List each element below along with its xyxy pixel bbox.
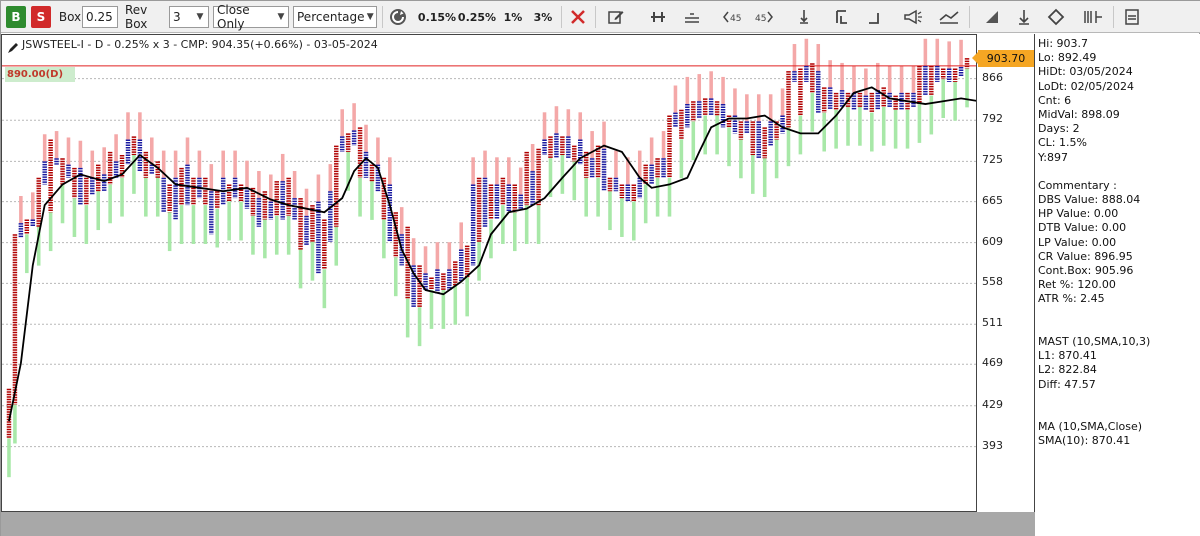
y-tick-label: 558 bbox=[982, 275, 1003, 289]
commentary-ret: Ret %: 120.00 bbox=[1038, 278, 1116, 292]
stat-lo: Lo: 892.49 bbox=[1038, 51, 1097, 65]
refresh-icon[interactable] bbox=[387, 6, 409, 28]
toolbar-divider bbox=[382, 6, 383, 28]
chart-area[interactable]: JSWSTEEL-I - D - 0.25% x 3 - CMP: 904.35… bbox=[1, 34, 977, 512]
y-tick-label: 866 bbox=[982, 70, 1003, 84]
rev-box-select[interactable]: 3 ▼ bbox=[169, 6, 209, 28]
y-tick-label: 792 bbox=[982, 112, 1003, 126]
megaphone-icon[interactable] bbox=[901, 6, 925, 28]
angle-45-right-icon[interactable]: 45 bbox=[753, 6, 775, 28]
angle-45-left-icon[interactable]: 45 bbox=[721, 6, 743, 28]
scale-select[interactable]: Percentage ▼ bbox=[293, 6, 377, 28]
toolbar-divider bbox=[561, 6, 562, 28]
bracket-left-icon[interactable] bbox=[831, 6, 853, 28]
triangle-icon[interactable] bbox=[981, 6, 1003, 28]
y-tick-label: 609 bbox=[982, 234, 1003, 248]
reference-level-label: 890.00(D) bbox=[5, 66, 76, 82]
rev-box-label: Rev Box bbox=[125, 3, 148, 31]
pin-icon[interactable] bbox=[647, 6, 669, 28]
stat-cnt: Cnt: 6 bbox=[1038, 93, 1072, 107]
toolbar-divider bbox=[969, 6, 970, 28]
bracket-right-icon[interactable] bbox=[863, 6, 885, 28]
ma-title: MA (10,SMA,Close) bbox=[1038, 420, 1143, 434]
stat-hi: Hi: 903.7 bbox=[1038, 37, 1089, 50]
horizontal-scrollbar[interactable] bbox=[1, 512, 1035, 536]
mast-title: MAST (10,SMA,10,3) bbox=[1038, 334, 1151, 348]
y-tick-label: 725 bbox=[982, 153, 1003, 167]
preset-1-button[interactable]: 1% bbox=[501, 6, 525, 28]
y-axis[interactable]: 866 792 725 665 609 558 511 469 429 393 bbox=[977, 34, 1035, 512]
diamond-icon[interactable] bbox=[1045, 6, 1067, 28]
side-panel: Hi: 903.7 Lo: 892.49 HiDt: 03/05/2024 Lo… bbox=[1035, 34, 1200, 536]
svg-text:45: 45 bbox=[755, 14, 766, 24]
commentary-contbox: Cont.Box: 905.96 bbox=[1038, 264, 1134, 277]
stat-midval: MidVal: 898.09 bbox=[1038, 107, 1120, 121]
commentary-hp: HP Value: 0.00 bbox=[1038, 207, 1119, 221]
method-value: Close Only bbox=[217, 3, 250, 31]
preset-025-button[interactable]: 0.25% bbox=[458, 6, 496, 28]
commentary-title: Commentary : bbox=[1038, 178, 1117, 192]
commentary-dbs: DBS Value: 888.04 bbox=[1038, 193, 1141, 207]
arrow-down-icon[interactable] bbox=[1013, 6, 1035, 28]
stat-cl: CL: 1.5% bbox=[1038, 136, 1087, 150]
preset-3-button[interactable]: 3% bbox=[531, 6, 555, 28]
box-size-input[interactable]: 0.25 bbox=[82, 6, 118, 28]
chart-title: JSWSTEEL-I - D - 0.25% x 3 - CMP: 904.35… bbox=[22, 38, 378, 51]
stat-hidt: HiDt: 03/05/2024 bbox=[1038, 65, 1133, 79]
chevron-down-icon: ▼ bbox=[366, 12, 374, 22]
mast-l2: L2: 822.84 bbox=[1038, 363, 1097, 377]
chevron-down-icon: ▼ bbox=[196, 12, 204, 22]
commentary-lp: LP Value: 0.00 bbox=[1038, 235, 1117, 249]
y-tick-label: 393 bbox=[982, 438, 1003, 452]
ma-block: MA (10,SMA,Close) SMA(10): 870.41 bbox=[1038, 420, 1200, 448]
stat-lodt: LoDt: 02/05/2024 bbox=[1038, 79, 1135, 93]
trend-icon[interactable] bbox=[937, 6, 961, 28]
svg-text:45: 45 bbox=[730, 14, 741, 24]
horizontal-line-icon[interactable] bbox=[681, 6, 703, 28]
commentary-dtb: DTB Value: 0.00 bbox=[1038, 221, 1127, 235]
y-tick-label: 429 bbox=[982, 397, 1003, 411]
commentary-cr: CR Value: 896.95 bbox=[1038, 249, 1133, 263]
scale-value: Percentage bbox=[297, 10, 365, 24]
stat-y: Y:897 bbox=[1038, 150, 1068, 164]
toolbar-divider bbox=[1113, 6, 1114, 28]
commentary-atr: ATR %: 2.45 bbox=[1038, 292, 1105, 306]
mast-block: MAST (10,SMA,10,3) L1: 870.41 L2: 822.84… bbox=[1038, 335, 1200, 392]
mast-diff: Diff: 47.57 bbox=[1038, 377, 1096, 391]
chevron-down-icon: ▼ bbox=[277, 12, 285, 22]
y-tick-label: 665 bbox=[982, 193, 1003, 207]
rev-box-value: 3 bbox=[173, 10, 181, 24]
y-tick-label: 511 bbox=[982, 316, 1003, 330]
y-tick-label: 469 bbox=[982, 356, 1003, 370]
panel-icon[interactable] bbox=[1121, 6, 1143, 28]
method-select[interactable]: Close Only ▼ bbox=[213, 3, 289, 31]
vertical-line-icon[interactable] bbox=[793, 6, 815, 28]
commentary-block: Commentary : DBS Value: 888.04 HP Value:… bbox=[1038, 179, 1200, 307]
ruler-icon[interactable] bbox=[1081, 6, 1105, 28]
pencil-icon bbox=[7, 39, 19, 58]
preset-015-button[interactable]: 0.15% bbox=[418, 6, 456, 28]
buy-button[interactable]: B bbox=[6, 6, 26, 28]
ma-value: SMA(10): 870.41 bbox=[1038, 434, 1131, 448]
pnf-chart bbox=[2, 38, 976, 478]
app-window: B S Box 0.25 Rev Box 3 ▼ Close Only ▼ Pe… bbox=[0, 0, 1200, 536]
edit-icon[interactable] bbox=[605, 6, 627, 28]
stats-block: Hi: 903.7 Lo: 892.49 HiDt: 03/05/2024 Lo… bbox=[1038, 37, 1200, 165]
current-price-badge: 903.70 bbox=[972, 49, 1034, 67]
stat-days: Days: 2 bbox=[1038, 122, 1080, 136]
toolbar-divider bbox=[595, 6, 596, 28]
box-label: Box bbox=[58, 10, 82, 24]
mast-l1: L1: 870.41 bbox=[1038, 349, 1097, 363]
toolbar: B S Box 0.25 Rev Box 3 ▼ Close Only ▼ Pe… bbox=[1, 1, 1200, 33]
sell-button[interactable]: S bbox=[31, 6, 51, 28]
delete-icon[interactable] bbox=[567, 6, 589, 28]
